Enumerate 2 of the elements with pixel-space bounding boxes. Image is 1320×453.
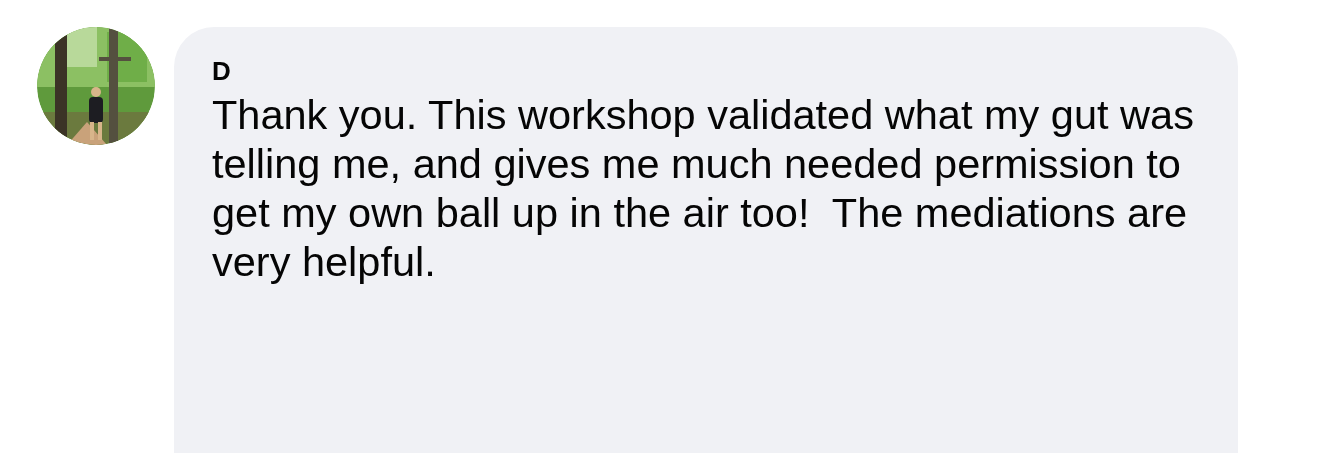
comment-text: Thank you. This workshop validated what my gut was telling me, and gives me much needed permission to get my own ball up in the air too! The mediations are very helpful. — [212, 90, 1195, 286]
author-name: D — [212, 56, 232, 86]
